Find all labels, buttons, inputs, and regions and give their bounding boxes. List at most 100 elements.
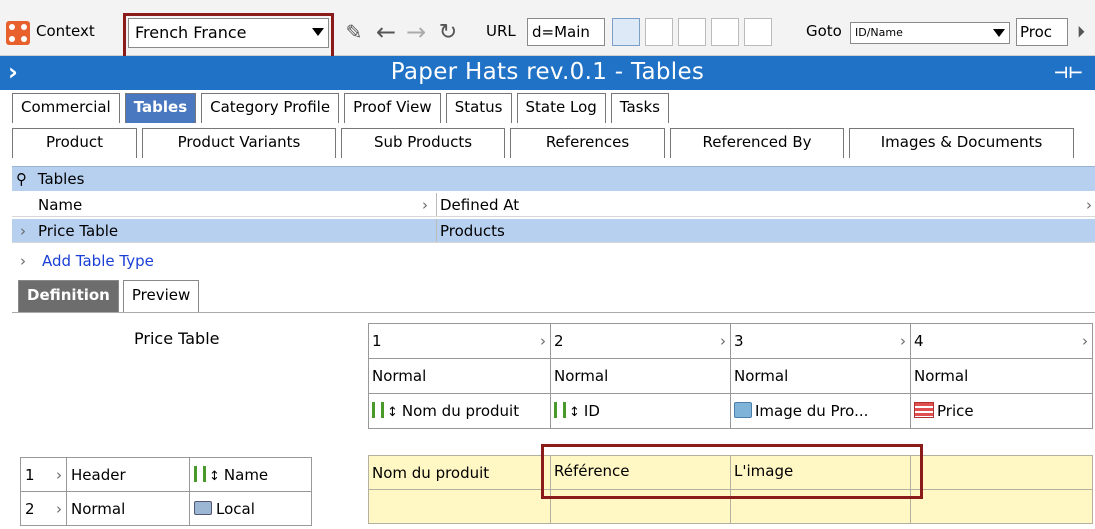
tab-product-variants[interactable]: Product Variants [142, 128, 336, 158]
column-number-cell[interactable]: 2 › [550, 323, 731, 359]
column-divider [436, 219, 437, 242]
column-attribute-cell[interactable]: ↕ ID [550, 393, 731, 429]
forward-arrow-icon[interactable]: → [402, 18, 430, 46]
product-search-input[interactable]: Proc [1016, 18, 1068, 46]
chevron-right-icon[interactable]: › [56, 500, 62, 518]
app-logo-icon[interactable] [6, 21, 30, 45]
column-header-name[interactable]: Name [38, 196, 82, 214]
tab-referenced-by[interactable]: Referenced By [670, 128, 844, 158]
attribute-icon [372, 402, 384, 418]
refresh-icon[interactable]: ↻ [434, 18, 462, 46]
tab-references[interactable]: References [510, 128, 665, 158]
column-type-cell[interactable]: Normal [550, 358, 731, 394]
tab-bar-secondary: Product Product Variants Sub Products Re… [12, 128, 1079, 158]
page-title: Paper Hats rev.0.1 - Tables [390, 59, 705, 85]
chevron-right-icon[interactable]: › [1086, 196, 1092, 214]
chevron-right-icon[interactable]: › [540, 332, 546, 350]
network-icon[interactable] [678, 18, 706, 46]
price-table-title: Price Table [134, 329, 220, 348]
add-table-type-link[interactable]: Add Table Type [42, 252, 154, 270]
row-number-cell[interactable]: 1 › [20, 457, 67, 492]
tab-images-documents[interactable]: Images & Documents [849, 128, 1074, 158]
tab-sub-products[interactable]: Sub Products [341, 128, 505, 158]
column-number-cell[interactable]: 1 › [368, 323, 551, 359]
row-number-cell[interactable]: 2 › [20, 491, 67, 526]
tab-state-log[interactable]: State Log [516, 93, 606, 123]
tab-tasks[interactable]: Tasks [610, 93, 669, 123]
row-number: 1 [25, 465, 35, 484]
data-cell[interactable]: Nom du produit [368, 455, 551, 490]
tab-tables[interactable]: Tables [124, 93, 197, 123]
chevron-right-icon[interactable]: › [20, 252, 26, 270]
image-icon [734, 402, 752, 418]
row-type-cell[interactable]: Normal [66, 491, 190, 526]
tab-proof-view[interactable]: Proof View [344, 93, 441, 123]
column-type-cell[interactable]: Normal [910, 358, 1093, 394]
column-number: 1 [372, 332, 382, 350]
data-cell[interactable] [910, 489, 1093, 524]
attribute-name: Local [216, 499, 255, 518]
url-label: URL [486, 22, 516, 40]
context-label: Context [36, 22, 95, 40]
column-attribute-cell[interactable]: ↕ Nom du produit [368, 393, 551, 429]
window-icon[interactable] [744, 18, 772, 46]
table-row[interactable]: › Price Table Products [12, 219, 1095, 243]
column-number: 2 [554, 332, 564, 350]
layout-a-icon[interactable] [612, 18, 640, 46]
tab-preview[interactable]: Preview [122, 280, 200, 312]
row-type-cell[interactable]: Header [66, 457, 190, 492]
column-number: 4 [914, 332, 924, 350]
column-type-cell[interactable]: Normal [368, 358, 551, 394]
column-number-cell[interactable]: 4 › [910, 323, 1093, 359]
tab-status[interactable]: Status [445, 93, 512, 123]
column-definition-grid: 1 › 2 › 3 › 4 › Normal Normal Normal Normal … [368, 323, 1093, 429]
table-defined-at-cell: Products [440, 222, 505, 240]
tab-category-profile[interactable]: Category Profile [201, 93, 340, 123]
sort-icon: ↕ [387, 405, 398, 420]
row-attribute-cell[interactable]: Local [189, 491, 312, 526]
pin-icon[interactable]: ⚲ [16, 170, 27, 188]
chevron-right-icon[interactable]: › [1082, 332, 1088, 350]
row-attribute-cell[interactable]: ↕ Name [189, 457, 312, 492]
section-title: Tables [37, 170, 85, 188]
tab-definition[interactable]: Definition [18, 280, 119, 312]
chevron-right-icon[interactable]: › [20, 222, 26, 240]
column-attribute-cell[interactable]: Image du Pro... [730, 393, 911, 429]
attribute-name: Nom du produit [401, 402, 520, 420]
attribute-icon [194, 465, 206, 482]
next-icon[interactable]: ⏵ [1070, 18, 1092, 46]
main-toolbar: Context French France ✎ ← → ↻ URL d=Main… [0, 0, 1095, 61]
context-highlight-box [123, 13, 334, 61]
tab-commercial[interactable]: Commercial [12, 93, 120, 123]
sort-icon: ↕ [569, 405, 580, 420]
attribute-name: Image du Pro... [755, 402, 869, 420]
tab-product[interactable]: Product [12, 128, 137, 158]
chevron-right-icon[interactable]: › [422, 196, 428, 214]
tables-section-header[interactable]: ⚲ Tables [12, 166, 1095, 191]
table-icon [914, 402, 934, 418]
data-cell[interactable] [910, 455, 1093, 490]
pin-icon[interactable]: ⊣⊢ [1054, 63, 1083, 82]
goto-value: ID/Name [855, 26, 903, 39]
chevron-right-icon[interactable]: › [56, 466, 62, 484]
grid-icon[interactable] [711, 18, 739, 46]
attribute-name: Name [223, 465, 269, 484]
column-header-defined-at[interactable]: Defined At [440, 196, 519, 214]
column-attribute-cell[interactable]: Price [910, 393, 1093, 429]
comment-icon[interactable] [645, 18, 673, 46]
back-arrow-icon[interactable]: ← [372, 18, 400, 46]
data-cell[interactable] [368, 489, 551, 524]
column-number-cell[interactable]: 3 › [730, 323, 911, 359]
row-definition-grid: 1 › Header ↕ Name 2 › Normal Local [20, 457, 312, 526]
definition-tab-bar: Definition Preview [18, 280, 203, 312]
goto-select[interactable]: ID/Name [850, 22, 1010, 44]
url-input[interactable]: d=Main [527, 18, 605, 46]
chevron-down-icon [993, 29, 1005, 37]
goto-label: Goto [806, 22, 842, 40]
edit-icon[interactable]: ✎ [340, 18, 368, 46]
chevron-right-icon[interactable]: › [720, 332, 726, 350]
attribute-icon [554, 402, 566, 418]
chevron-right-icon[interactable]: › [900, 332, 906, 350]
column-type-cell[interactable]: Normal [730, 358, 911, 394]
column-divider [436, 193, 437, 216]
